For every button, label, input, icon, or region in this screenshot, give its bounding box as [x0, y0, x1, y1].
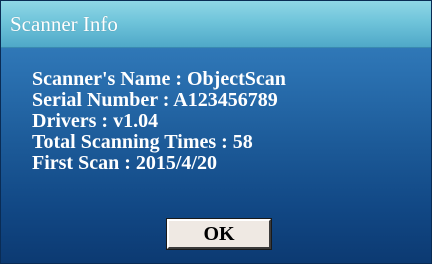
scanner-info-dialog: Scanner Info Scanner's Name : ObjectScan…	[0, 0, 432, 264]
first-scan-date-text: First Scan : 2015/4/20	[32, 152, 217, 174]
drivers-version-text: Drivers : v1.04	[32, 110, 159, 132]
ok-button[interactable]: OK	[166, 218, 272, 250]
scanner-name-text: Scanner's Name : ObjectScan	[32, 68, 286, 90]
serial-number-text: Serial Number : A123456789	[32, 89, 278, 111]
dialog-title: Scanner Info	[10, 12, 118, 36]
title-bar[interactable]: Scanner Info	[1, 1, 431, 48]
scanner-info-list: Scanner's Name : ObjectScan Serial Numbe…	[32, 69, 286, 174]
total-scanning-times-text: Total Scanning Times : 58	[32, 131, 253, 153]
